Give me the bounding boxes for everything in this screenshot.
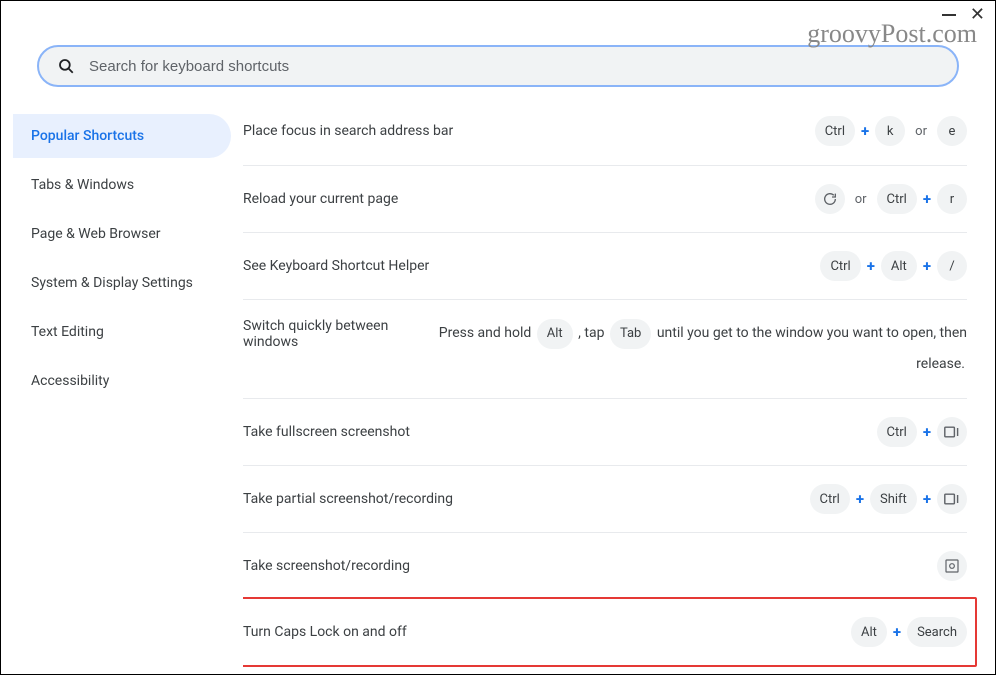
shortcut-label: Reload your current page	[243, 191, 398, 207]
or-separator: or	[915, 124, 927, 139]
search-bar[interactable]	[37, 45, 959, 87]
key-ctrl: Ctrl	[815, 116, 855, 146]
shortcut-label: Take partial screenshot/recording	[243, 491, 453, 507]
shortcut-label: See Keyboard Shortcut Helper	[243, 258, 429, 274]
plus-icon: +	[923, 490, 931, 508]
key-ctrl: Ctrl	[810, 484, 850, 514]
reload-icon	[815, 184, 845, 214]
shortcut-keys: Alt + Search	[851, 617, 967, 647]
plus-icon: +	[923, 257, 931, 275]
shortcut-keys	[937, 551, 967, 581]
key-alt: Alt	[851, 617, 887, 647]
key-search: Search	[907, 617, 967, 647]
sidebar: Popular Shortcuts Tabs & Windows Page & …	[1, 101, 243, 674]
sidebar-item-tabs-windows[interactable]: Tabs & Windows	[13, 163, 231, 207]
shortcut-row: Reload your current page or Ctrl + r	[243, 165, 967, 232]
key-alt: Alt	[537, 319, 573, 349]
plus-icon: +	[856, 490, 864, 508]
shortcut-label: Place focus in search address bar	[243, 123, 453, 139]
key-slash: /	[937, 251, 967, 281]
key-r: r	[937, 184, 967, 214]
overview-icon	[937, 417, 967, 447]
key-alt: Alt	[881, 251, 917, 281]
sidebar-item-text-editing[interactable]: Text Editing	[13, 310, 231, 354]
shortcut-keys: Ctrl + k or e	[815, 116, 967, 146]
key-tab: Tab	[610, 319, 651, 349]
shortcut-keys: Ctrl +	[877, 417, 967, 447]
shortcut-row: Take partial screenshot/recording Ctrl +…	[243, 465, 967, 532]
shortcut-row: Switch quickly between windows Press and…	[243, 299, 967, 398]
key-ctrl: Ctrl	[877, 417, 917, 447]
shortcut-label: Switch quickly between windows	[243, 318, 413, 350]
plus-icon: +	[923, 423, 931, 441]
key-ctrl: Ctrl	[820, 251, 860, 281]
close-button[interactable]: ✕	[970, 6, 985, 24]
shortcut-keys: Ctrl + Shift +	[810, 484, 967, 514]
shortcut-label: Turn Caps Lock on and off	[243, 624, 407, 640]
sidebar-item-system-display-settings[interactable]: System & Display Settings	[13, 261, 231, 305]
shortcut-list: Place focus in search address bar Ctrl +…	[243, 101, 995, 674]
shortcut-label: Take fullscreen screenshot	[243, 424, 410, 440]
search-icon	[57, 57, 75, 75]
search-input[interactable]	[89, 58, 939, 75]
window-titlebar: ✕	[1, 1, 995, 29]
key-shift: Shift	[870, 484, 917, 514]
minimize-button[interactable]	[942, 14, 956, 16]
sidebar-item-page-web-browser[interactable]: Page & Web Browser	[13, 212, 231, 256]
shortcut-description: Press and hold Alt , tap Tab until you g…	[427, 318, 967, 380]
shortcut-row: See Keyboard Shortcut Helper Ctrl + Alt …	[243, 232, 967, 299]
plus-icon: +	[867, 257, 875, 275]
plus-icon: +	[893, 623, 901, 641]
screenshot-icon	[937, 551, 967, 581]
plus-icon: +	[923, 190, 931, 208]
shortcut-row: Take fullscreen screenshot Ctrl +	[243, 398, 967, 465]
shortcut-row: Place focus in search address bar Ctrl +…	[243, 101, 967, 165]
or-separator: or	[855, 192, 867, 207]
plus-icon: +	[861, 122, 869, 140]
sidebar-item-accessibility[interactable]: Accessibility	[13, 359, 231, 403]
shortcut-row: Take screenshot/recording	[243, 532, 967, 599]
key-k: k	[875, 116, 905, 146]
key-ctrl: Ctrl	[877, 184, 917, 214]
key-e: e	[937, 116, 967, 146]
shortcut-keys: or Ctrl + r	[815, 184, 967, 214]
shortcut-label: Take screenshot/recording	[243, 558, 410, 574]
shortcut-row-highlighted: Turn Caps Lock on and off Alt + Search	[243, 597, 977, 667]
overview-icon	[937, 484, 967, 514]
shortcut-keys: Ctrl + Alt + /	[820, 251, 967, 281]
sidebar-item-popular-shortcuts[interactable]: Popular Shortcuts	[13, 114, 231, 158]
